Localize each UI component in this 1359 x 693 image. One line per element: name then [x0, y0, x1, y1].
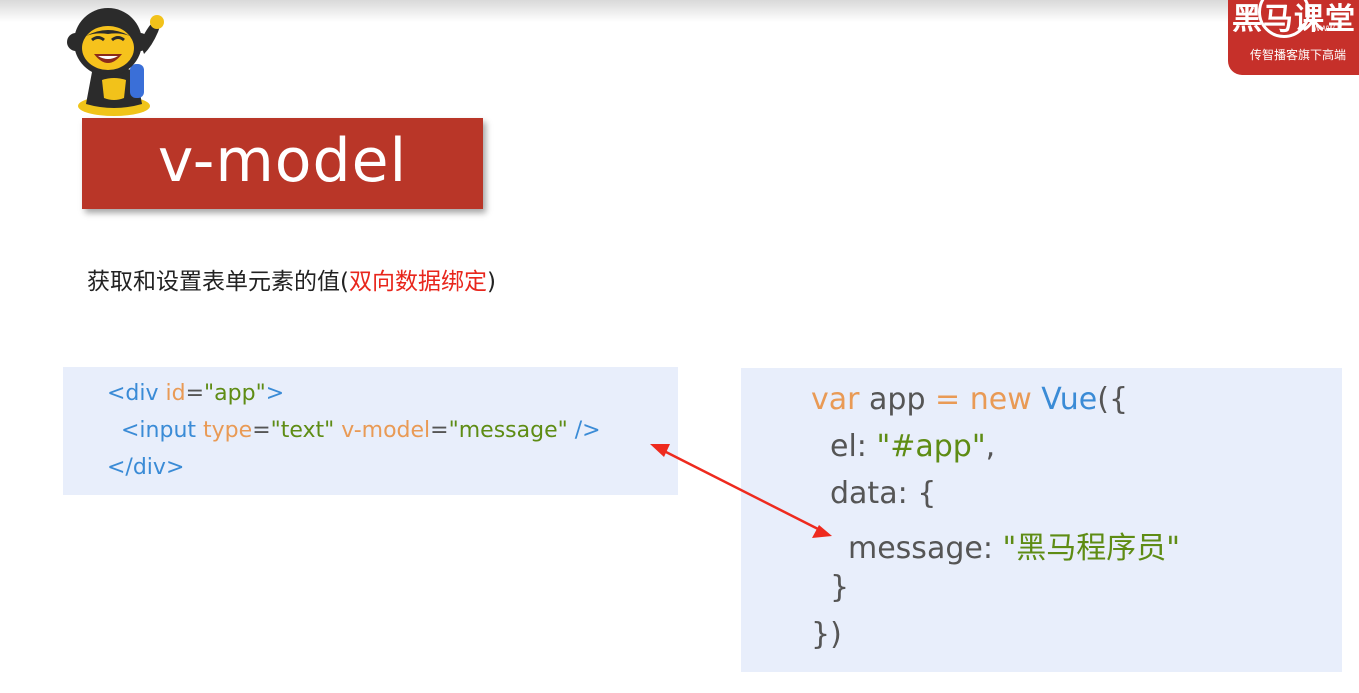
code-token: } [830, 570, 850, 605]
code-token: app [859, 382, 936, 417]
code-token: new [969, 382, 1032, 417]
html-code-line-2: <input type="text" v-model="message" /> [121, 418, 601, 443]
code-token: /> [567, 418, 601, 443]
code-token: = [935, 382, 961, 417]
js-code-line-1: var app = new Vue({ [811, 382, 1128, 417]
monkey-mascot-icon [67, 8, 164, 116]
code-token: var [811, 382, 860, 417]
html-code-panel: <div id="app"> <input type="text" v-mode… [63, 367, 678, 495]
slide-subtitle: 获取和设置表单元素的值(双向数据绑定) [87, 262, 496, 296]
code-token: "text" [270, 418, 335, 443]
code-token: = [430, 418, 449, 443]
code-token: "message" [448, 418, 568, 443]
code-token: "#app" [876, 429, 986, 464]
subtitle-highlight: 双向数据绑定 [348, 269, 487, 295]
brand-tagline: 传智播客旗下高端 [1250, 48, 1347, 62]
js-code-panel: var app = new Vue({ el: "#app", data: { … [741, 368, 1342, 672]
html-code-line-3: </div> [107, 455, 184, 480]
code-token: <div [107, 381, 166, 406]
code-token: "黑马程序员" [1002, 531, 1181, 566]
code-token: = [185, 381, 205, 406]
js-code-line-6: }) [811, 617, 842, 652]
brand-url: www.it [1313, 23, 1342, 34]
js-code-line-2: el: "#app", [830, 429, 995, 464]
code-token: id [165, 381, 186, 406]
code-token: = [252, 418, 271, 443]
code-token: "app" [204, 381, 266, 406]
subtitle-end: ) [486, 269, 496, 295]
subtitle-main: 获取和设置表单元素的值( [87, 269, 349, 295]
code-token: type [203, 418, 253, 443]
title-banner: v-model [82, 118, 483, 209]
js-code-line-3: data: { [830, 476, 936, 511]
code-token: ({ [1097, 382, 1129, 417]
code-token: data: { [830, 476, 937, 511]
code-token: <input [121, 418, 204, 443]
code-token: > [265, 381, 285, 406]
code-token: </div> [107, 455, 185, 480]
code-token: }) [811, 617, 842, 652]
brand-logo: 黑马课堂 www.it 传智播客旗下高端 [1228, 0, 1359, 75]
top-shadow [0, 0, 1359, 22]
code-token: v-model [341, 418, 431, 443]
code-token: , [985, 429, 996, 464]
code-token: message: [848, 531, 1003, 566]
html-code-line-1: <div id="app"> [107, 381, 284, 406]
js-code-line-5: } [830, 570, 849, 605]
code-token: Vue [1041, 382, 1098, 417]
code-token: el: [830, 429, 877, 464]
js-code-line-4: message: "黑马程序员" [848, 523, 1180, 567]
slide-title: v-model [157, 125, 408, 196]
